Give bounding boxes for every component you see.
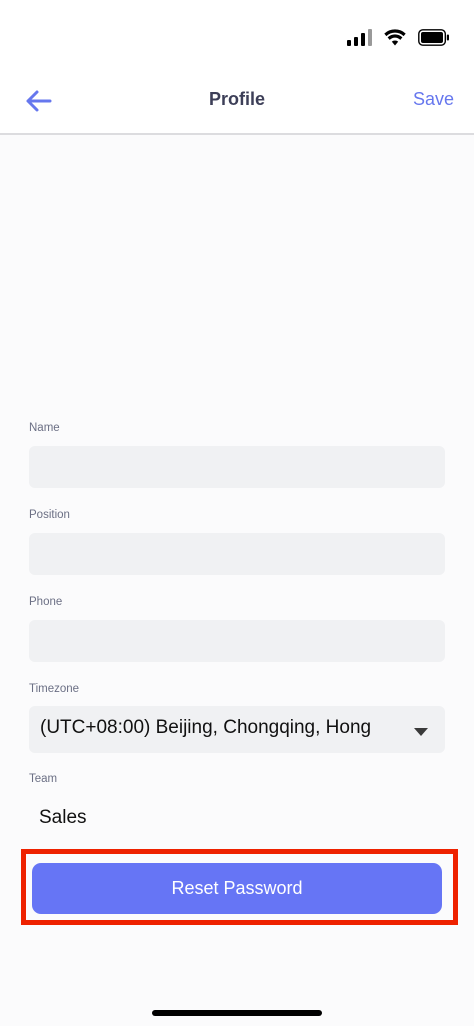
battery-icon xyxy=(418,28,450,46)
nav-bar: Profile Save xyxy=(0,72,474,135)
wifi-icon xyxy=(384,28,406,46)
status-icons xyxy=(347,27,450,47)
save-button[interactable]: Save xyxy=(413,89,454,110)
position-field[interactable] xyxy=(29,533,445,575)
cellular-signal-icon xyxy=(347,28,372,46)
timezone-label: Timezone xyxy=(29,683,80,695)
team-value: Sales xyxy=(39,807,87,828)
team-label: Team xyxy=(29,773,58,785)
position-label: Position xyxy=(29,509,70,521)
timezone-value: (UTC+08:00) Beijing, Chongqing, Hong xyxy=(40,717,372,738)
phone-field[interactable] xyxy=(29,620,445,662)
timezone-select[interactable]: (UTC+08:00) Beijing, Chongqing, Hong xyxy=(29,706,445,753)
phone-label: Phone xyxy=(29,596,63,608)
name-field[interactable] xyxy=(29,446,445,488)
name-label: Name xyxy=(29,422,60,434)
page-title: Profile xyxy=(208,89,265,109)
home-indicator xyxy=(152,1010,322,1016)
status-bar xyxy=(0,0,474,72)
reset-password-button[interactable]: Reset Password xyxy=(32,863,442,914)
chevron-down-icon xyxy=(414,728,428,736)
